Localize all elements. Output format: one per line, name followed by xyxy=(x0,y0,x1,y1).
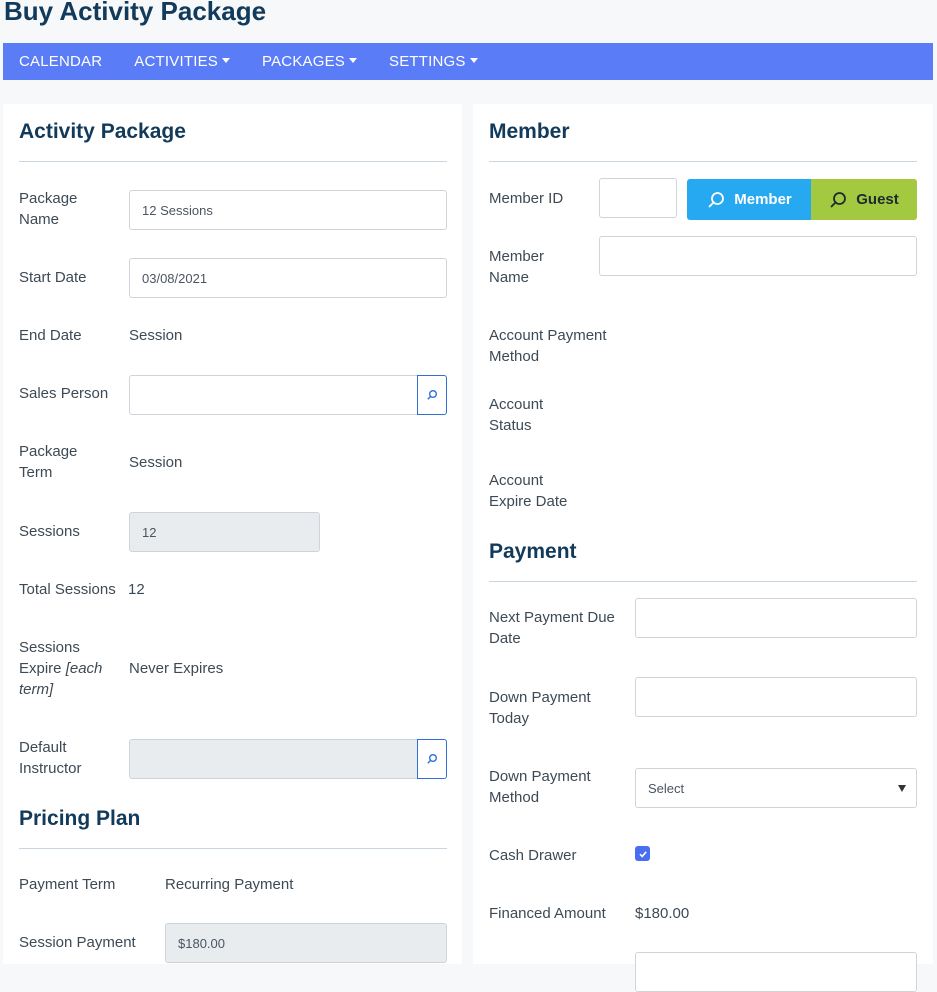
section-divider xyxy=(489,581,917,582)
sessions-expire-value: Never Expires xyxy=(129,660,224,677)
section-divider xyxy=(489,161,917,162)
nav-packages-label: PACKAGES xyxy=(261,53,346,70)
nav-activities-label: ACTIVITIES xyxy=(134,53,218,70)
session-payment-input[interactable]: $180.00 xyxy=(165,923,447,963)
default-instructor-label: Default Instructor xyxy=(19,739,82,777)
nav-settings-dropdown[interactable]: SETTINGS xyxy=(389,53,478,70)
section-divider xyxy=(19,161,447,162)
sessions-label: Sessions xyxy=(19,523,80,540)
nav-calendar[interactable]: CALENDAR xyxy=(19,53,102,70)
member-id-label: Member ID xyxy=(489,190,564,207)
main-navbar: CALENDAR ACTIVITIES PACKAGES SETTINGS xyxy=(3,43,933,80)
total-sessions-label: Total Sessions xyxy=(19,581,116,598)
package-term-label: Package Term xyxy=(19,443,78,481)
caret-down-icon xyxy=(221,58,230,63)
default-instructor-search-button[interactable] xyxy=(417,739,447,779)
guest-search-button[interactable]: Guest xyxy=(811,179,917,220)
section-divider xyxy=(19,848,447,849)
total-sessions-value: 12 xyxy=(128,581,145,598)
default-instructor-input[interactable] xyxy=(129,739,418,779)
down-payment-today-input[interactable] xyxy=(635,677,917,717)
down-payment-method-selected: Select xyxy=(648,780,685,796)
member-button-label: Member xyxy=(734,191,792,208)
financed-amount-value: $180.00 xyxy=(635,905,690,922)
package-name-input[interactable]: 12 Sessions xyxy=(129,190,447,230)
member-name-label: Member Name xyxy=(489,248,545,286)
member-search-button[interactable]: Member xyxy=(687,179,812,220)
search-icon xyxy=(830,191,847,208)
cash-drawer-checkbox[interactable] xyxy=(635,846,650,861)
next-field-input[interactable] xyxy=(635,952,917,992)
cash-drawer-label: Cash Drawer xyxy=(489,847,577,864)
guest-button-label: Guest xyxy=(856,191,899,208)
account-expire-date-label: Account Expire Date xyxy=(489,472,568,510)
nav-settings-label: SETTINGS xyxy=(389,53,466,70)
search-icon xyxy=(708,191,725,208)
account-status-label: Account Status xyxy=(489,396,544,434)
end-date-label: End Date xyxy=(19,327,82,344)
nav-activities-dropdown[interactable]: ACTIVITIES xyxy=(134,53,230,70)
member-id-input[interactable] xyxy=(599,178,677,218)
session-payment-label: Session Payment xyxy=(19,934,136,951)
start-date-input[interactable]: 03/08/2021 xyxy=(129,258,447,298)
member-title: Member xyxy=(489,120,570,143)
next-payment-due-label: Next Payment Due Date xyxy=(489,609,615,647)
payment-title: Payment xyxy=(489,540,577,563)
member-name-input[interactable] xyxy=(599,236,917,276)
caret-down-icon xyxy=(898,785,906,792)
check-icon xyxy=(638,850,647,858)
payment-term-label: Payment Term xyxy=(19,876,116,893)
account-payment-method-label: Account Payment Method xyxy=(489,327,607,365)
package-term-value: Session xyxy=(129,454,183,471)
nav-calendar-label: CALENDAR xyxy=(19,53,103,70)
page-title: Buy Activity Package xyxy=(4,0,267,26)
nav-packages-dropdown[interactable]: PACKAGES xyxy=(261,53,358,70)
search-icon xyxy=(427,754,437,764)
sessions-input[interactable]: 12 xyxy=(129,512,320,552)
sales-person-input[interactable] xyxy=(129,375,418,415)
down-payment-method-label: Down Payment Method xyxy=(489,768,591,806)
sessions-expire-label: Sessions Expire [each term] xyxy=(19,637,114,700)
package-name-label: Package Name xyxy=(19,190,78,228)
member-card: Member Member ID Member Guest Member Nam… xyxy=(473,104,933,992)
sales-person-label: Sales Person xyxy=(19,385,109,402)
financed-amount-label: Financed Amount xyxy=(489,905,606,922)
start-date-label: Start Date xyxy=(19,269,87,286)
pricing-plan-title: Pricing Plan xyxy=(19,807,141,830)
caret-down-icon xyxy=(469,58,478,63)
sales-person-search-button[interactable] xyxy=(417,375,447,415)
down-payment-today-label: Down Payment Today xyxy=(489,689,591,727)
payment-term-value: Recurring Payment xyxy=(165,876,294,893)
down-payment-method-select[interactable]: Select xyxy=(635,768,917,808)
activity-package-card: Activity Package Package Name 12 Session… xyxy=(3,104,462,964)
next-payment-due-input[interactable] xyxy=(635,598,917,638)
end-date-value: Session xyxy=(129,327,183,344)
caret-down-icon xyxy=(349,58,358,63)
search-icon xyxy=(427,390,437,400)
activity-package-title: Activity Package xyxy=(19,120,186,143)
